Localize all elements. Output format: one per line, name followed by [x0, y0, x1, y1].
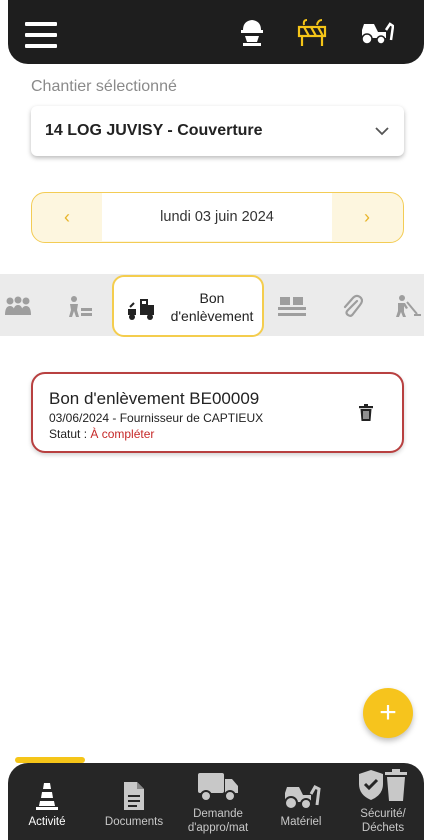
nav-demande-appro[interactable]: Demande d'appro/mat [176, 763, 260, 840]
previous-day-button[interactable]: ‹ [32, 193, 102, 241]
worker-helmet-icon[interactable] [232, 14, 272, 50]
trash-icon[interactable] [359, 404, 373, 421]
chevron-down-icon [375, 127, 389, 136]
current-date[interactable]: lundi 03 juin 2024 [102, 193, 332, 241]
card-status: Statut : À compléter [49, 427, 154, 441]
site-label: Chantier sélectionné [31, 78, 177, 95]
nav-materiel[interactable]: Matériel [268, 763, 334, 840]
card-title: Bon d'enlèvement BE00009 [49, 389, 260, 408]
chevron-left-icon: ‹ [64, 206, 70, 227]
nav-securite-dechets[interactable]: Sécurité/Déchets [342, 763, 424, 840]
cone-icon [36, 783, 58, 810]
nav-label: Activité [28, 816, 66, 828]
date-navigator: ‹ lundi 03 juin 2024 › [31, 192, 404, 243]
tab-bon-enlevement[interactable]: Bon d'enlèvement [112, 275, 264, 337]
nav-label: Sécurité/Déchets [360, 808, 406, 834]
hamburger-menu-icon[interactable] [25, 22, 57, 48]
document-icon [124, 782, 144, 810]
workers-icon[interactable] [58, 288, 102, 324]
digging-worker-icon[interactable] [385, 288, 424, 324]
pallet-icon[interactable] [270, 288, 314, 324]
pickup-truck-icon [128, 299, 154, 320]
truck-icon [198, 773, 238, 802]
bottom-navigation: Activité Documents Demande d'appro/mat M… [8, 763, 424, 840]
nav-label: Documents [104, 816, 164, 828]
chevron-right-icon: › [364, 206, 370, 227]
nav-documents[interactable]: Documents [96, 763, 172, 840]
site-select-value: 14 LOG JUVISY - Couverture [45, 122, 263, 139]
removal-order-card[interactable]: Bon d'enlèvement BE00009 03/06/2024 - Fo… [31, 372, 404, 453]
nav-label: Matériel [280, 816, 322, 828]
card-subtitle: 03/06/2024 - Fournisseur de CAPTIEUX [49, 411, 264, 425]
tractor-icon[interactable] [356, 14, 396, 50]
category-bar: Bon d'enlèvement [0, 274, 424, 337]
add-button[interactable]: + [363, 688, 413, 738]
nav-activite[interactable]: Activité [8, 763, 86, 840]
attachment-icon[interactable] [330, 288, 374, 324]
site-select[interactable]: 14 LOG JUVISY - Couverture [31, 106, 404, 156]
card-status-value: À compléter [90, 427, 155, 441]
shield-trash-icon [359, 769, 407, 801]
nav-label: Demande d'appro/mat [187, 808, 249, 834]
top-bar [8, 0, 424, 64]
card-status-label: Statut : [49, 427, 88, 441]
next-day-button[interactable]: › [332, 193, 402, 241]
tractor-icon [284, 785, 321, 810]
active-category-label: Bon d'enlèvement [170, 290, 254, 324]
construction-barrier-icon[interactable] [292, 14, 332, 50]
team-icon[interactable] [0, 288, 40, 324]
